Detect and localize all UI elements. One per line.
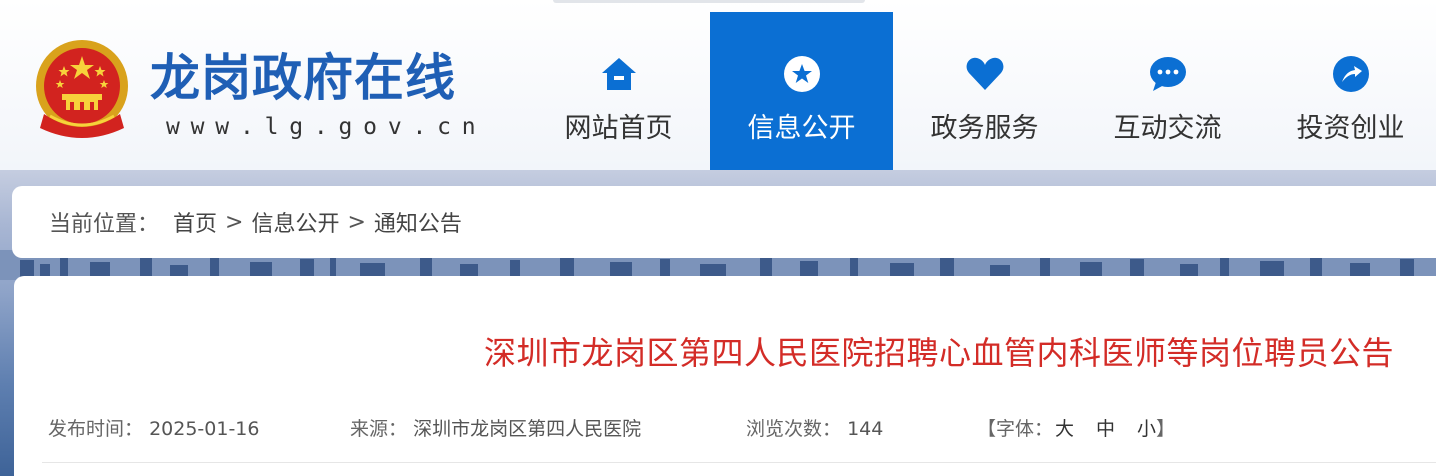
national-emblem-logo[interactable]: [30, 36, 134, 144]
home-icon: [599, 54, 639, 94]
breadcrumb-label: 当前位置：: [49, 212, 160, 237]
publish-time-value: 2025-01-16: [149, 418, 260, 440]
article-title: 深圳市龙岗区第四人民医院招聘心血管内科医师等岗位聘员公告: [483, 334, 1394, 372]
top-strip: [553, 0, 865, 3]
nav-item-interaction[interactable]: 互动交流: [1076, 12, 1259, 170]
breadcrumb: 当前位置： 首页 > 信息公开 > 通知公告: [12, 186, 1436, 258]
font-size-control: 【字体：大中小】: [977, 414, 1175, 441]
font-size-medium-button[interactable]: 中: [1096, 418, 1115, 440]
publish-time: 发布时间： 2025-01-16: [48, 414, 259, 441]
nav-item-info-disclosure[interactable]: 信息公开: [710, 12, 893, 170]
site-title[interactable]: 龙岗政府在线: [150, 48, 456, 108]
font-size-large-button[interactable]: 大: [1055, 418, 1074, 440]
view-count: 浏览次数： 144: [746, 414, 883, 441]
nav-label-investment: 投资创业: [1296, 113, 1405, 144]
publish-time-label: 发布时间：: [48, 418, 144, 440]
breadcrumb-separator: >: [225, 209, 244, 235]
nav-label-home: 网站首页: [564, 113, 673, 144]
source-label: 来源：: [350, 418, 408, 440]
nav-item-gov-services[interactable]: 政务服务: [893, 12, 1076, 170]
breadcrumb-separator: >: [347, 209, 366, 235]
font-size-label: 【字体：: [977, 418, 1054, 440]
view-count-label: 浏览次数：: [746, 418, 842, 440]
font-size-close-bracket: 】: [1156, 418, 1176, 440]
site-header: 龙岗政府在线 www.lg.gov.cn 网站首页 信息公开 政务服务 互动交流…: [0, 0, 1436, 170]
article-card: 深圳市龙岗区第四人民医院招聘心血管内科医师等岗位聘员公告 发布时间： 2025-…: [14, 276, 1436, 476]
heart-icon: [965, 54, 1005, 94]
chat-icon: [1148, 54, 1188, 94]
nav-label-gov-services: 政务服务: [930, 113, 1039, 144]
nav-item-home[interactable]: 网站首页: [527, 12, 710, 170]
source-value: 深圳市龙岗区第四人民医院: [413, 418, 642, 440]
divider: [42, 462, 1436, 463]
star-icon: [782, 54, 822, 94]
site-url: www.lg.gov.cn: [166, 114, 487, 140]
nav-label-info-disclosure: 信息公开: [747, 113, 856, 144]
breadcrumb-link-home[interactable]: 首页: [173, 206, 217, 238]
breadcrumb-link-info-disclosure[interactable]: 信息公开: [251, 206, 339, 238]
article-source: 来源： 深圳市龙岗区第四人民医院: [350, 414, 641, 441]
breadcrumb-link-notices[interactable]: 通知公告: [374, 206, 462, 238]
nav-item-investment[interactable]: 投资创业: [1259, 12, 1436, 170]
nav-label-interaction: 互动交流: [1113, 113, 1222, 144]
main-nav: 网站首页 信息公开 政务服务 互动交流 投资创业: [527, 12, 1436, 170]
arrow-icon: [1331, 54, 1371, 94]
font-size-small-button[interactable]: 小: [1137, 418, 1156, 440]
view-count-value: 144: [847, 418, 884, 440]
